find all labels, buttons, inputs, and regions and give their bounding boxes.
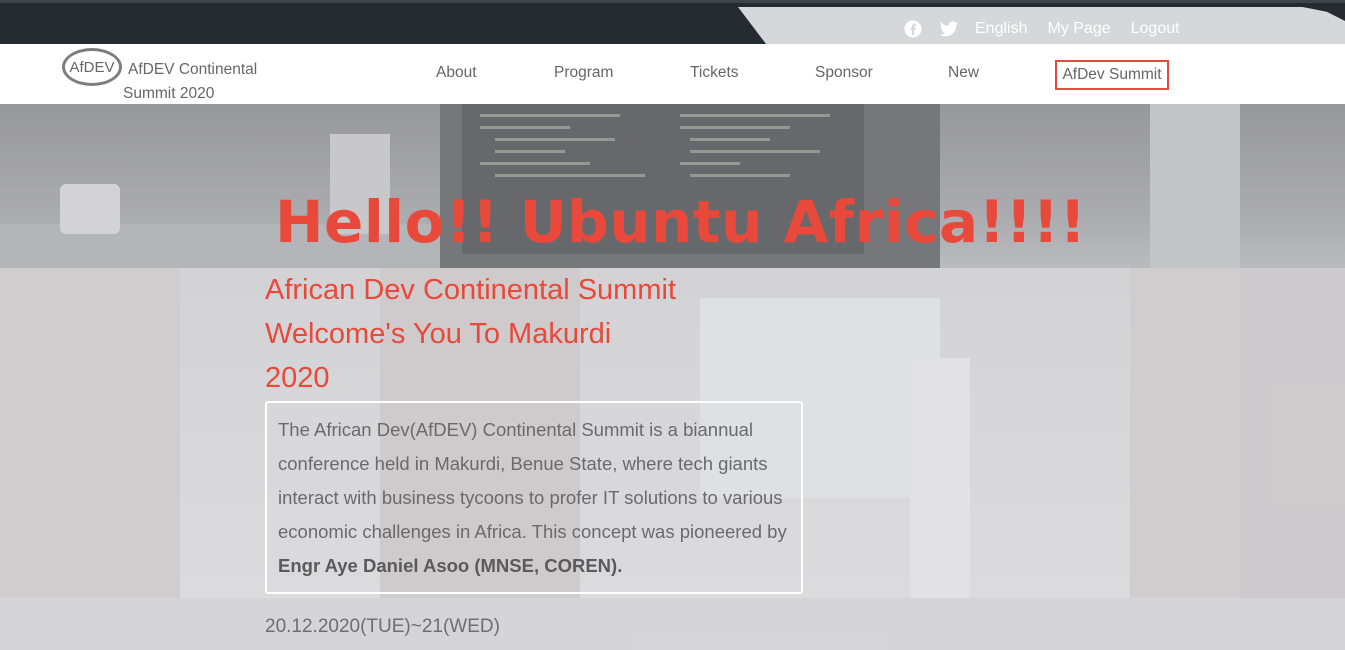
hero-pioneer: Engr Aye Daniel Asoo (MNSE, COREN). [278,555,623,576]
nav-about[interactable]: About [436,64,477,82]
my-page-link[interactable]: My Page [1047,20,1110,38]
nav-new[interactable]: New [948,64,979,82]
facebook-icon[interactable] [903,19,923,39]
event-date: 20.12.2020(TUE)~21(WED) [265,616,500,637]
brand-name[interactable]: AfDEV Continental Summit 2020 [123,58,283,106]
logout-link[interactable]: Logout [1131,20,1180,38]
hero-description-box: The African Dev(AfDEV) Continental Summi… [265,401,803,594]
main-navbar: AfDEV AfDEV Continental Summit 2020 Abou… [0,44,1345,104]
nav-sponsor[interactable]: Sponsor [815,64,873,82]
twitter-icon[interactable] [939,19,959,39]
nav-program[interactable]: Program [554,64,613,82]
hero-subtitle: African Dev Continental Summit Welcome's… [265,268,725,400]
logo[interactable]: AfDEV [62,48,122,86]
utility-links: English My Page Logout [903,17,1200,41]
nav-tickets[interactable]: Tickets [690,64,739,82]
top-utility-bar: English My Page Logout [0,0,1345,47]
language-link[interactable]: English [975,20,1027,38]
hero-subtitle-line-3: 2020 [265,362,330,394]
hero-title: Hello!! Ubuntu Africa!!!! [275,188,1087,256]
hero-section: Hello!! Ubuntu Africa!!!! African Dev Co… [0,104,1345,650]
hero-subtitle-line-2: Welcome's You To Makurdi [265,318,612,350]
hero-subtitle-line-1: African Dev Continental Summit [265,274,676,306]
hero-description: The African Dev(AfDEV) Continental Summi… [278,419,787,542]
afdev-summit-button[interactable]: AfDev Summit [1055,60,1169,90]
